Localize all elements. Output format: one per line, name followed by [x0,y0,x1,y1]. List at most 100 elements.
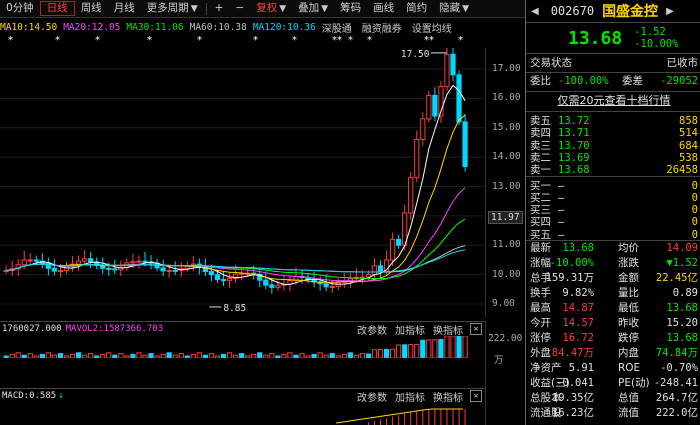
stat-value: 9.82% [562,287,594,299]
level-label: 买五 [530,228,551,241]
up-candle [136,260,142,263]
down-candle [462,121,468,168]
stat-value: -10.00% [549,257,594,269]
event-marker[interactable]: ** [424,36,434,46]
volume-bar [208,353,215,358]
period-minute[interactable]: 0分钟 [0,0,40,17]
volume-add-index-button[interactable]: 加指标 [395,322,425,337]
stats-row: 净资产 5.91 ROE -0.70% [530,362,698,375]
prev-stock-icon[interactable]: ◀ [531,6,539,17]
divider [526,91,700,92]
ask-row[interactable]: 卖五 13.72 858 [530,115,698,127]
adjust-button[interactable]: 复权 ▼ [250,0,292,17]
order-diff-value: -29052 [660,75,698,87]
period-monthly[interactable]: 月线 [108,0,141,17]
level-volume: 858 [679,115,698,127]
hk-connect-button[interactable]: 深股通 [322,20,352,35]
event-marker[interactable]: * [253,36,258,46]
macd-chart[interactable] [0,403,485,425]
volume-bar [88,353,94,358]
event-marker[interactable]: * [8,36,13,46]
level-volume: 0 [691,191,698,204]
hide-button[interactable]: 隐藏 ▼ [433,0,475,17]
volume-edit-params-button[interactable]: 改参数 [357,322,387,337]
level-volume: 684 [679,139,698,152]
level-volume: 0 [691,179,698,192]
event-marker[interactable]: * [147,36,152,46]
volume-bar [335,355,341,358]
macd-switch-index-button[interactable]: 换指标 [433,389,463,404]
macd-edit-params-button[interactable]: 改参数 [357,389,387,404]
bid-row[interactable]: 买四 — 0 [530,216,698,228]
close-icon[interactable]: ✕ [470,390,482,402]
event-marker[interactable]: ** [332,36,342,46]
chips-button[interactable]: 筹码 [334,0,367,17]
level-volume: 514 [679,127,698,140]
event-marker[interactable]: * [367,36,372,46]
more-periods-label: 更多周期 [146,2,189,14]
draw-line-button[interactable]: 画线 [367,0,400,17]
ma60-value: MA60:10.38 [189,21,247,33]
ma20-value: MA20:12.05 [63,21,121,33]
hide-label: 隐藏 [439,2,461,14]
volume-bar [287,352,293,358]
stat-label: 流值 [618,407,639,419]
volume-switch-index-button[interactable]: 换指标 [433,322,463,337]
period-daily[interactable]: 日线 [39,1,75,16]
ask-row[interactable]: 卖四 13.71 514 [530,127,698,139]
volume-bar [462,336,468,358]
next-stock-icon[interactable]: ▶ [666,6,674,17]
volume-chart[interactable] [0,336,485,358]
candlestick-chart[interactable]: 17.50 8.85 [0,48,485,318]
volume-bar [269,353,275,358]
stat-value: 74.84万 [655,347,698,359]
ask-row[interactable]: 卖二 13.69 538 [530,152,698,164]
level-price: — [558,228,565,241]
zoom-out-button[interactable]: − [229,0,250,17]
event-marker[interactable]: * [458,36,463,46]
period-weekly[interactable]: 周线 [75,0,108,17]
price-change: -1.52 [634,26,666,38]
volume-bar [9,353,15,358]
volume-bar [69,353,76,358]
set-ma-button[interactable]: 设置均线 [412,20,452,35]
stats-row: 总手 159.31万 金额 22.45亿 [530,272,698,285]
mavol-value: MAVOL2:1587366.703 [65,324,164,334]
down-candle [160,267,166,272]
event-marker[interactable]: * [348,36,353,46]
stat-label: 净资产 [530,362,562,374]
zoom-in-button[interactable]: + [209,0,230,17]
price-tick: 16.00 [492,92,521,104]
event-marker[interactable]: * [292,36,297,46]
stats-row: 换手 9.82% 量比 0.89 [530,287,698,300]
close-icon[interactable]: ✕ [470,323,482,335]
ask-row[interactable]: 卖三 13.70 684 [530,140,698,152]
down-candle [88,258,94,263]
stat-label: 最高 [530,302,551,314]
margin-trading-button[interactable]: 融资融券 [362,20,402,35]
ask-row[interactable]: 卖一 13.68 26458 [530,164,698,176]
more-periods-button[interactable]: 更多周期 ▼ [141,0,204,17]
stat-value: 84.47万 [551,347,594,359]
chevron-down-icon: ▼ [190,4,198,14]
down-candle [172,269,178,272]
macd-add-index-button[interactable]: 加指标 [395,389,425,404]
volume-bar [100,353,106,358]
event-marker[interactable]: * [197,36,202,46]
simple-button[interactable]: 简约 [400,0,433,17]
up-candle [420,118,426,140]
event-marker[interactable]: * [55,36,60,46]
bid-row[interactable]: 买一 — 0 [530,180,698,192]
level10-promo-link[interactable]: 仅需20元查看十档行情 [530,94,698,107]
overlay-button[interactable]: 叠加 ▼ [292,0,334,17]
up-candle [82,258,88,262]
bid-row[interactable]: 买三 — 0 [530,204,698,216]
stat-value: 222.0亿 [655,407,698,419]
volume-bar [220,353,227,358]
event-marker[interactable]: * [95,36,100,46]
bid-row[interactable]: 买五 — 0 [530,229,698,241]
low-price-label: 8.85 [223,303,246,314]
bid-row[interactable]: 买二 — 0 [530,192,698,204]
level-price: 13.68 [558,164,590,177]
adjust-label: 复权 [256,2,278,14]
